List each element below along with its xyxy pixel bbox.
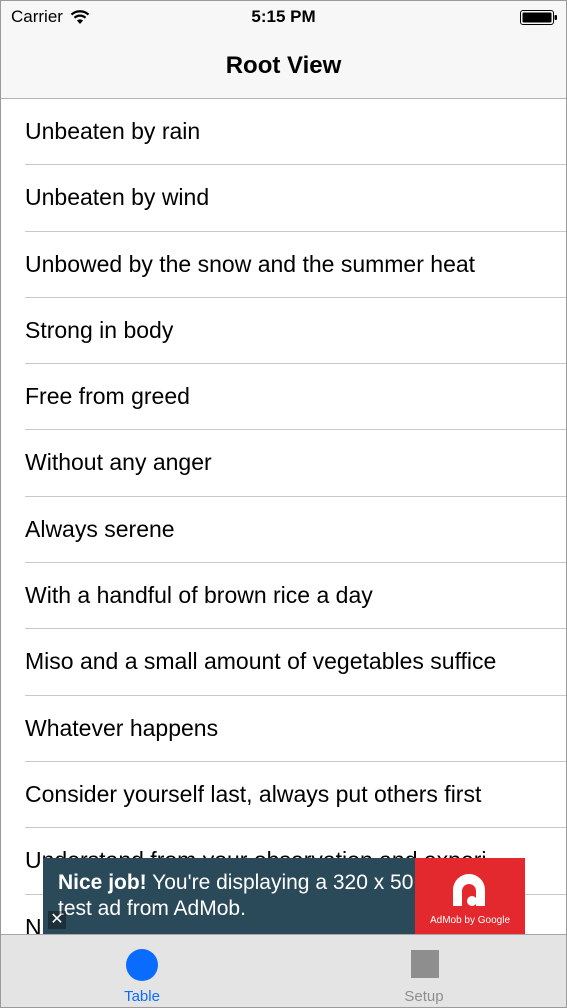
row-label: Consider yourself last, always put other… xyxy=(25,780,482,807)
tab-table[interactable]: Table xyxy=(1,935,283,1007)
status-time: 5:15 PM xyxy=(251,7,316,26)
table-row[interactable]: With a handful of brown rice a day xyxy=(1,563,566,630)
table-row[interactable]: Free from greed xyxy=(1,364,566,431)
battery-icon xyxy=(520,10,557,25)
square-icon xyxy=(411,950,439,978)
screen: Carrier 5:15 PM Root View Unbeaten by ra… xyxy=(0,0,567,1008)
ad-banner[interactable]: Nice job! You're displaying a 320 x 50 t… xyxy=(43,858,525,934)
table-row[interactable]: Unbeaten by wind xyxy=(1,165,566,232)
row-label: Without any anger xyxy=(25,449,212,476)
table-row[interactable]: Miso and a small amount of vegetables su… xyxy=(1,629,566,696)
row-label: Unbeaten by wind xyxy=(25,184,210,211)
row-label: Miso and a small amount of vegetables su… xyxy=(25,648,497,675)
admob-caption: AdMob by Google xyxy=(429,915,511,926)
ad-headline: Nice job! xyxy=(58,871,147,894)
admob-logo: AdMob by Google xyxy=(415,858,525,934)
row-label: Free from greed xyxy=(25,383,190,410)
table-row[interactable]: Strong in body xyxy=(1,298,566,365)
row-label: Unbeaten by rain xyxy=(25,118,201,144)
tab-setup[interactable]: Setup xyxy=(283,935,565,1007)
ad-text: Nice job! You're displaying a 320 x 50 t… xyxy=(58,870,418,922)
table-row[interactable]: Unbowed by the snow and the summer heat xyxy=(1,232,566,298)
table-row[interactable]: Always serene xyxy=(1,497,566,564)
row-label: Whatever happens xyxy=(25,714,219,741)
nav-title: Root View xyxy=(225,52,342,79)
tab-label: Setup xyxy=(404,988,444,1005)
table-row[interactable]: Whatever happens xyxy=(1,696,566,762)
table-list: Unbeaten by rain Unbeaten by wind Unbowed … xyxy=(1,99,566,961)
table-row[interactable]: Without any anger xyxy=(1,430,566,497)
table-row[interactable]: Unbeaten by rain xyxy=(1,99,566,166)
table-row[interactable]: Consider yourself last, always put other… xyxy=(1,762,566,829)
row-label: Unbowed by the snow and the summer heat xyxy=(25,250,476,277)
tab-bar: Table Setup xyxy=(1,934,566,1007)
row-label: With a handful of brown rice a day xyxy=(25,582,373,609)
row-label: Strong in body xyxy=(25,316,174,343)
status-bar: Carrier 5:15 PM xyxy=(1,1,566,35)
ad-close-button[interactable]: ✕ xyxy=(48,911,66,929)
navigation-bar: Root View xyxy=(1,35,566,99)
circle-icon xyxy=(126,949,158,981)
tab-label: Table xyxy=(124,988,160,1005)
row-label: Always serene xyxy=(25,515,175,542)
admob-logo-icon xyxy=(453,874,485,906)
